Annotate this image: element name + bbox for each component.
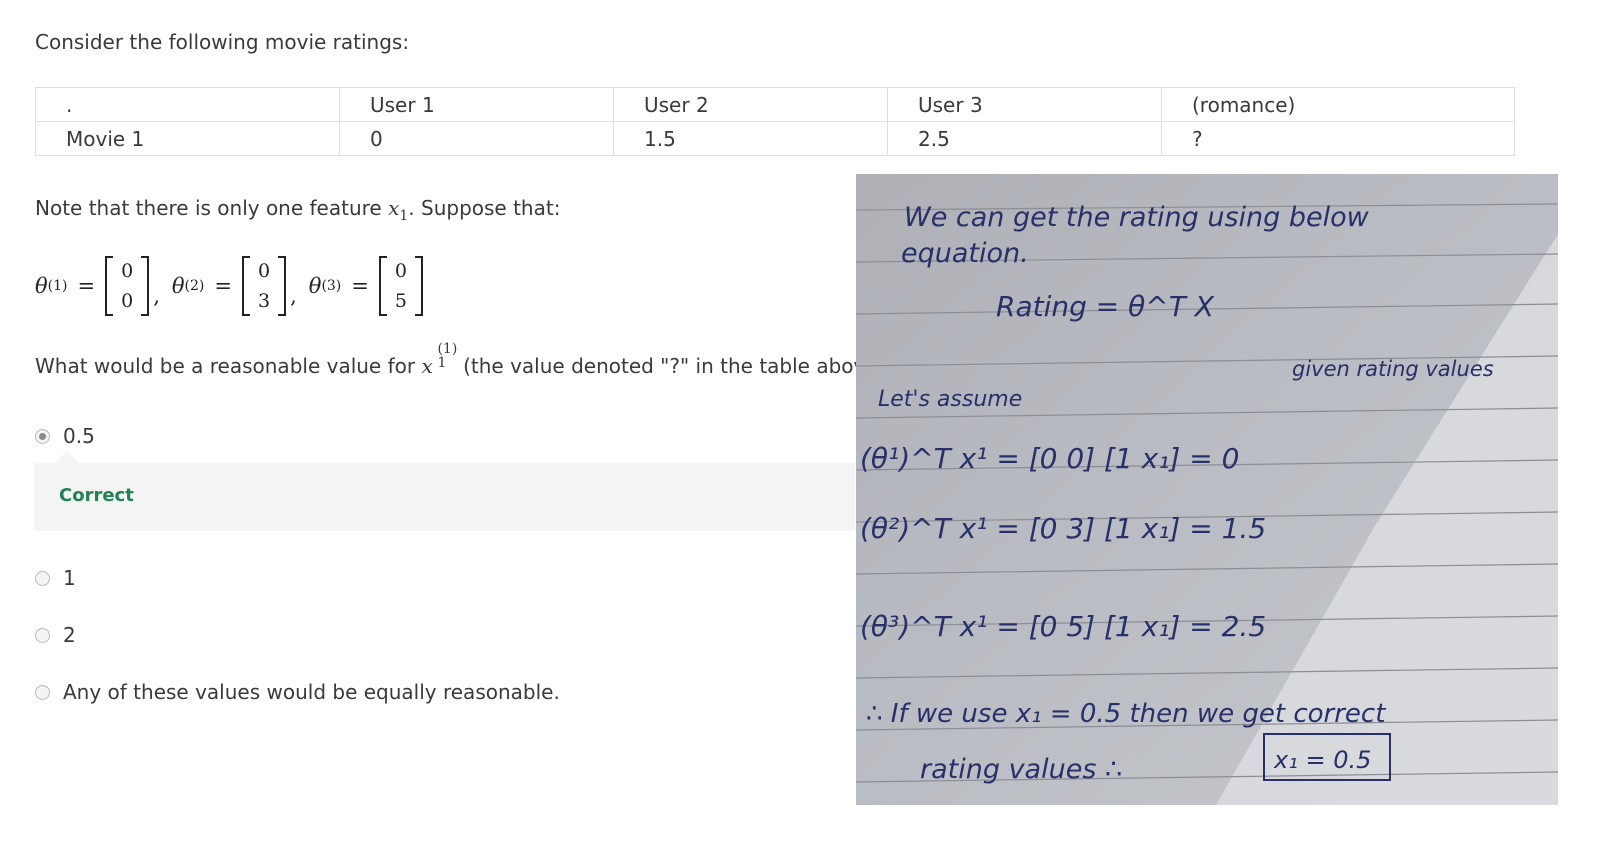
handwritten-line: ∴ If we use x₁ = 0.5 then we get correct [866, 699, 1386, 729]
table-header-cell: . [35, 87, 340, 122]
radio-button[interactable] [35, 684, 50, 700]
boxed-answer: x₁ = 0.5 [1273, 746, 1371, 774]
feedback-caret [55, 451, 79, 463]
note-text: Note that there is only one feature [35, 196, 382, 220]
option-label: Any of these values would be equally rea… [63, 680, 560, 704]
intro-text: Consider the following movie ratings: [35, 30, 410, 54]
table-cell: Movie 1 [35, 121, 340, 156]
handwritten-note-photo: We can get the rating using below equati… [856, 174, 1558, 805]
question-text: What would be a reasonable value for x (1… [35, 341, 897, 378]
radio-button[interactable] [35, 627, 50, 643]
table-header-cell: User 1 [339, 87, 614, 122]
theta-vector-2: θ (2) = 03 , [172, 256, 309, 316]
vector-bracket: 00 [105, 256, 150, 316]
theta-vector-1: θ (1) = 00 , [35, 256, 172, 316]
handwritten-line: We can get the rating using below [904, 202, 1370, 233]
answer-option[interactable]: 0.5 [35, 424, 95, 448]
handwritten-line: Rating = θ^T X [996, 290, 1215, 323]
answer-option[interactable]: 2 [35, 623, 76, 647]
table-cell: 2.5 [887, 121, 1162, 156]
theta-equations: θ (1) = 00 , θ (2) = 03 , θ (3) = 05 [35, 255, 423, 317]
feedback-label: Correct [59, 485, 134, 506]
table-header-cell: (romance) [1161, 87, 1515, 122]
radio-button[interactable] [35, 570, 50, 586]
table-cell: 1.5 [613, 121, 888, 156]
answer-option[interactable]: 1 [35, 566, 76, 590]
vector-bracket: 05 [378, 256, 423, 316]
ratings-table: . User 1 User 2 User 3 (romance) Movie 1… [35, 87, 1515, 156]
answer-option[interactable]: Any of these values would be equally rea… [35, 680, 560, 704]
table-header-cell: User 3 [887, 87, 1162, 122]
table-cell: ? [1161, 121, 1515, 156]
table-header-row: . User 1 User 2 User 3 (romance) [35, 87, 1515, 122]
question-variable: x (1) 1 [421, 341, 458, 378]
handwritten-line: rating values ∴ [920, 754, 1122, 785]
feedback-box: Correct [35, 463, 855, 531]
feature-note: Note that there is only one feature x1. … [35, 196, 560, 224]
feature-variable: x1 [388, 196, 409, 224]
handwritten-line: (θ³)^T x¹ = [0 5] [1 x₁] = 2.5 [860, 610, 1266, 643]
table-header-cell: User 2 [613, 87, 888, 122]
handwritten-line: given rating values [1292, 357, 1494, 381]
handwritten-line: equation. [901, 238, 1029, 269]
table-row: Movie 1 0 1.5 2.5 ? [35, 121, 1515, 156]
table-cell: 0 [339, 121, 614, 156]
handwritten-line: (θ¹)^T x¹ = [0 0] [1 x₁] = 0 [860, 442, 1239, 475]
vector-bracket: 03 [242, 256, 287, 316]
option-label: 0.5 [63, 424, 95, 448]
note-text-end: . Suppose that: [408, 196, 561, 220]
theta-vector-3: θ (3) = 05 [309, 256, 423, 316]
handwritten-line: Let's assume [878, 387, 1022, 412]
handwritten-line: (θ²)^T x¹ = [0 3] [1 x₁] = 1.5 [860, 512, 1266, 545]
option-label: 2 [63, 623, 76, 647]
radio-button-selected[interactable] [35, 428, 50, 444]
option-label: 1 [63, 566, 76, 590]
